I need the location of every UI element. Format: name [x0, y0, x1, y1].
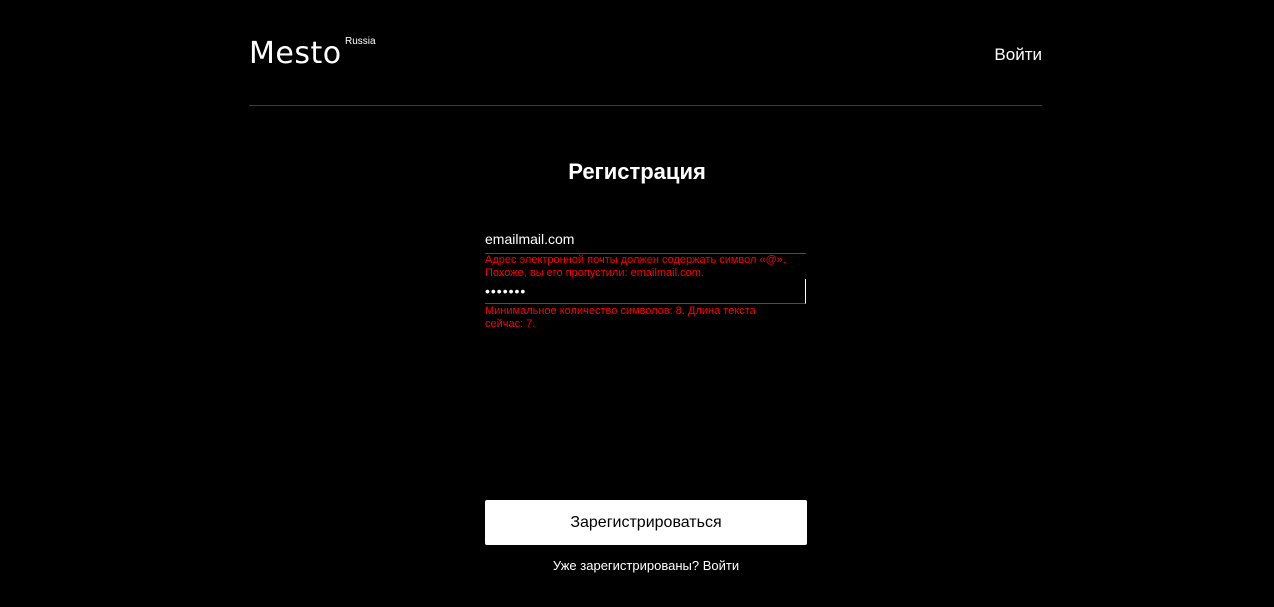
logo-text: Mesto [249, 36, 342, 71]
password-field-group: Минимальное количество символов: 8. Длин… [485, 279, 806, 331]
header-login-link[interactable]: Войти [994, 44, 1042, 66]
email-input[interactable] [485, 224, 806, 254]
page-header: Mesto Russia Войти [249, 0, 1042, 106]
page-title: Регистрация [568, 159, 706, 184]
logo-region: Russia [345, 36, 376, 47]
register-form: Адрес электронной почты должен содержать… [485, 224, 807, 584]
password-input[interactable] [485, 279, 806, 304]
password-error-message: Минимальное количество символов: 8. Длин… [485, 305, 756, 330]
email-field-group: Адрес электронной почты должен содержать… [485, 224, 806, 280]
email-error-message: Адрес электронной почты должен содержать… [485, 254, 786, 279]
signin-link[interactable]: Войти [703, 558, 739, 573]
logo[interactable]: Mesto Russia [249, 34, 389, 74]
register-button[interactable]: Зарегистрироваться [485, 500, 807, 545]
signin-prompt-text: Уже зарегистрированы? [552, 558, 700, 573]
signin-prompt: Уже зарегистрированы? Войти [485, 558, 807, 574]
